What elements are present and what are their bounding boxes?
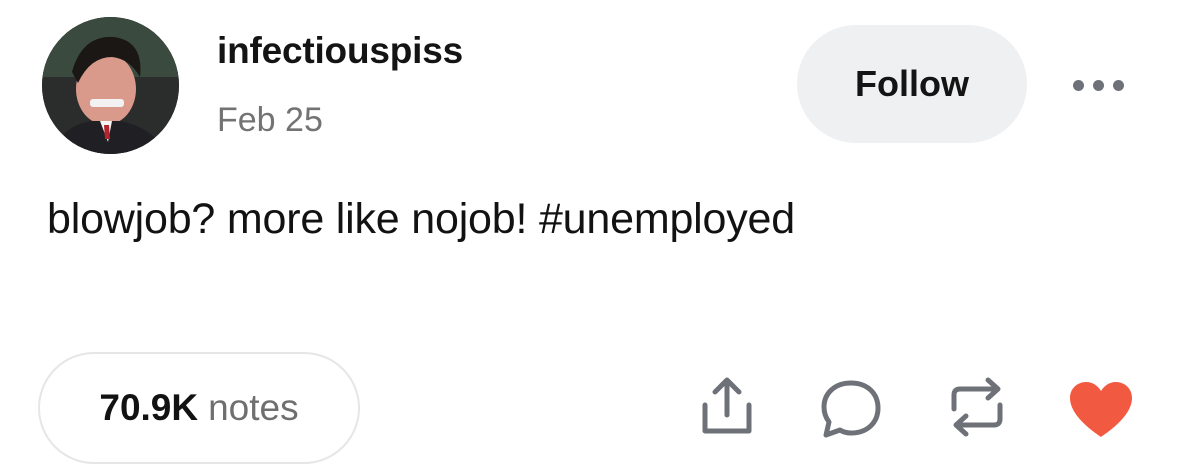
post-body-text: blowjob? more like nojob! #unemployed [47,195,795,243]
tumblr-post: infectiouspiss Feb 25 Follow blowjob? mo… [0,0,1200,467]
reblog-icon[interactable] [944,375,1010,444]
follow-button[interactable]: Follow [797,25,1027,143]
notes-count: 70.9K [99,387,199,428]
reply-icon[interactable] [818,377,884,446]
share-icon[interactable] [697,375,757,442]
notes-label: notes [208,387,299,428]
post-date[interactable]: Feb 25 [217,101,323,140]
notes-button[interactable]: 70.9K notes [38,352,360,464]
more-dot [1072,79,1084,91]
avatar-image [42,17,179,154]
more-dot [1112,79,1124,91]
heart-icon[interactable] [1066,379,1136,446]
username[interactable]: infectiouspiss [217,30,463,72]
more-dot [1092,79,1104,91]
user-avatar[interactable] [42,17,179,154]
more-options-icon[interactable] [1062,70,1134,100]
